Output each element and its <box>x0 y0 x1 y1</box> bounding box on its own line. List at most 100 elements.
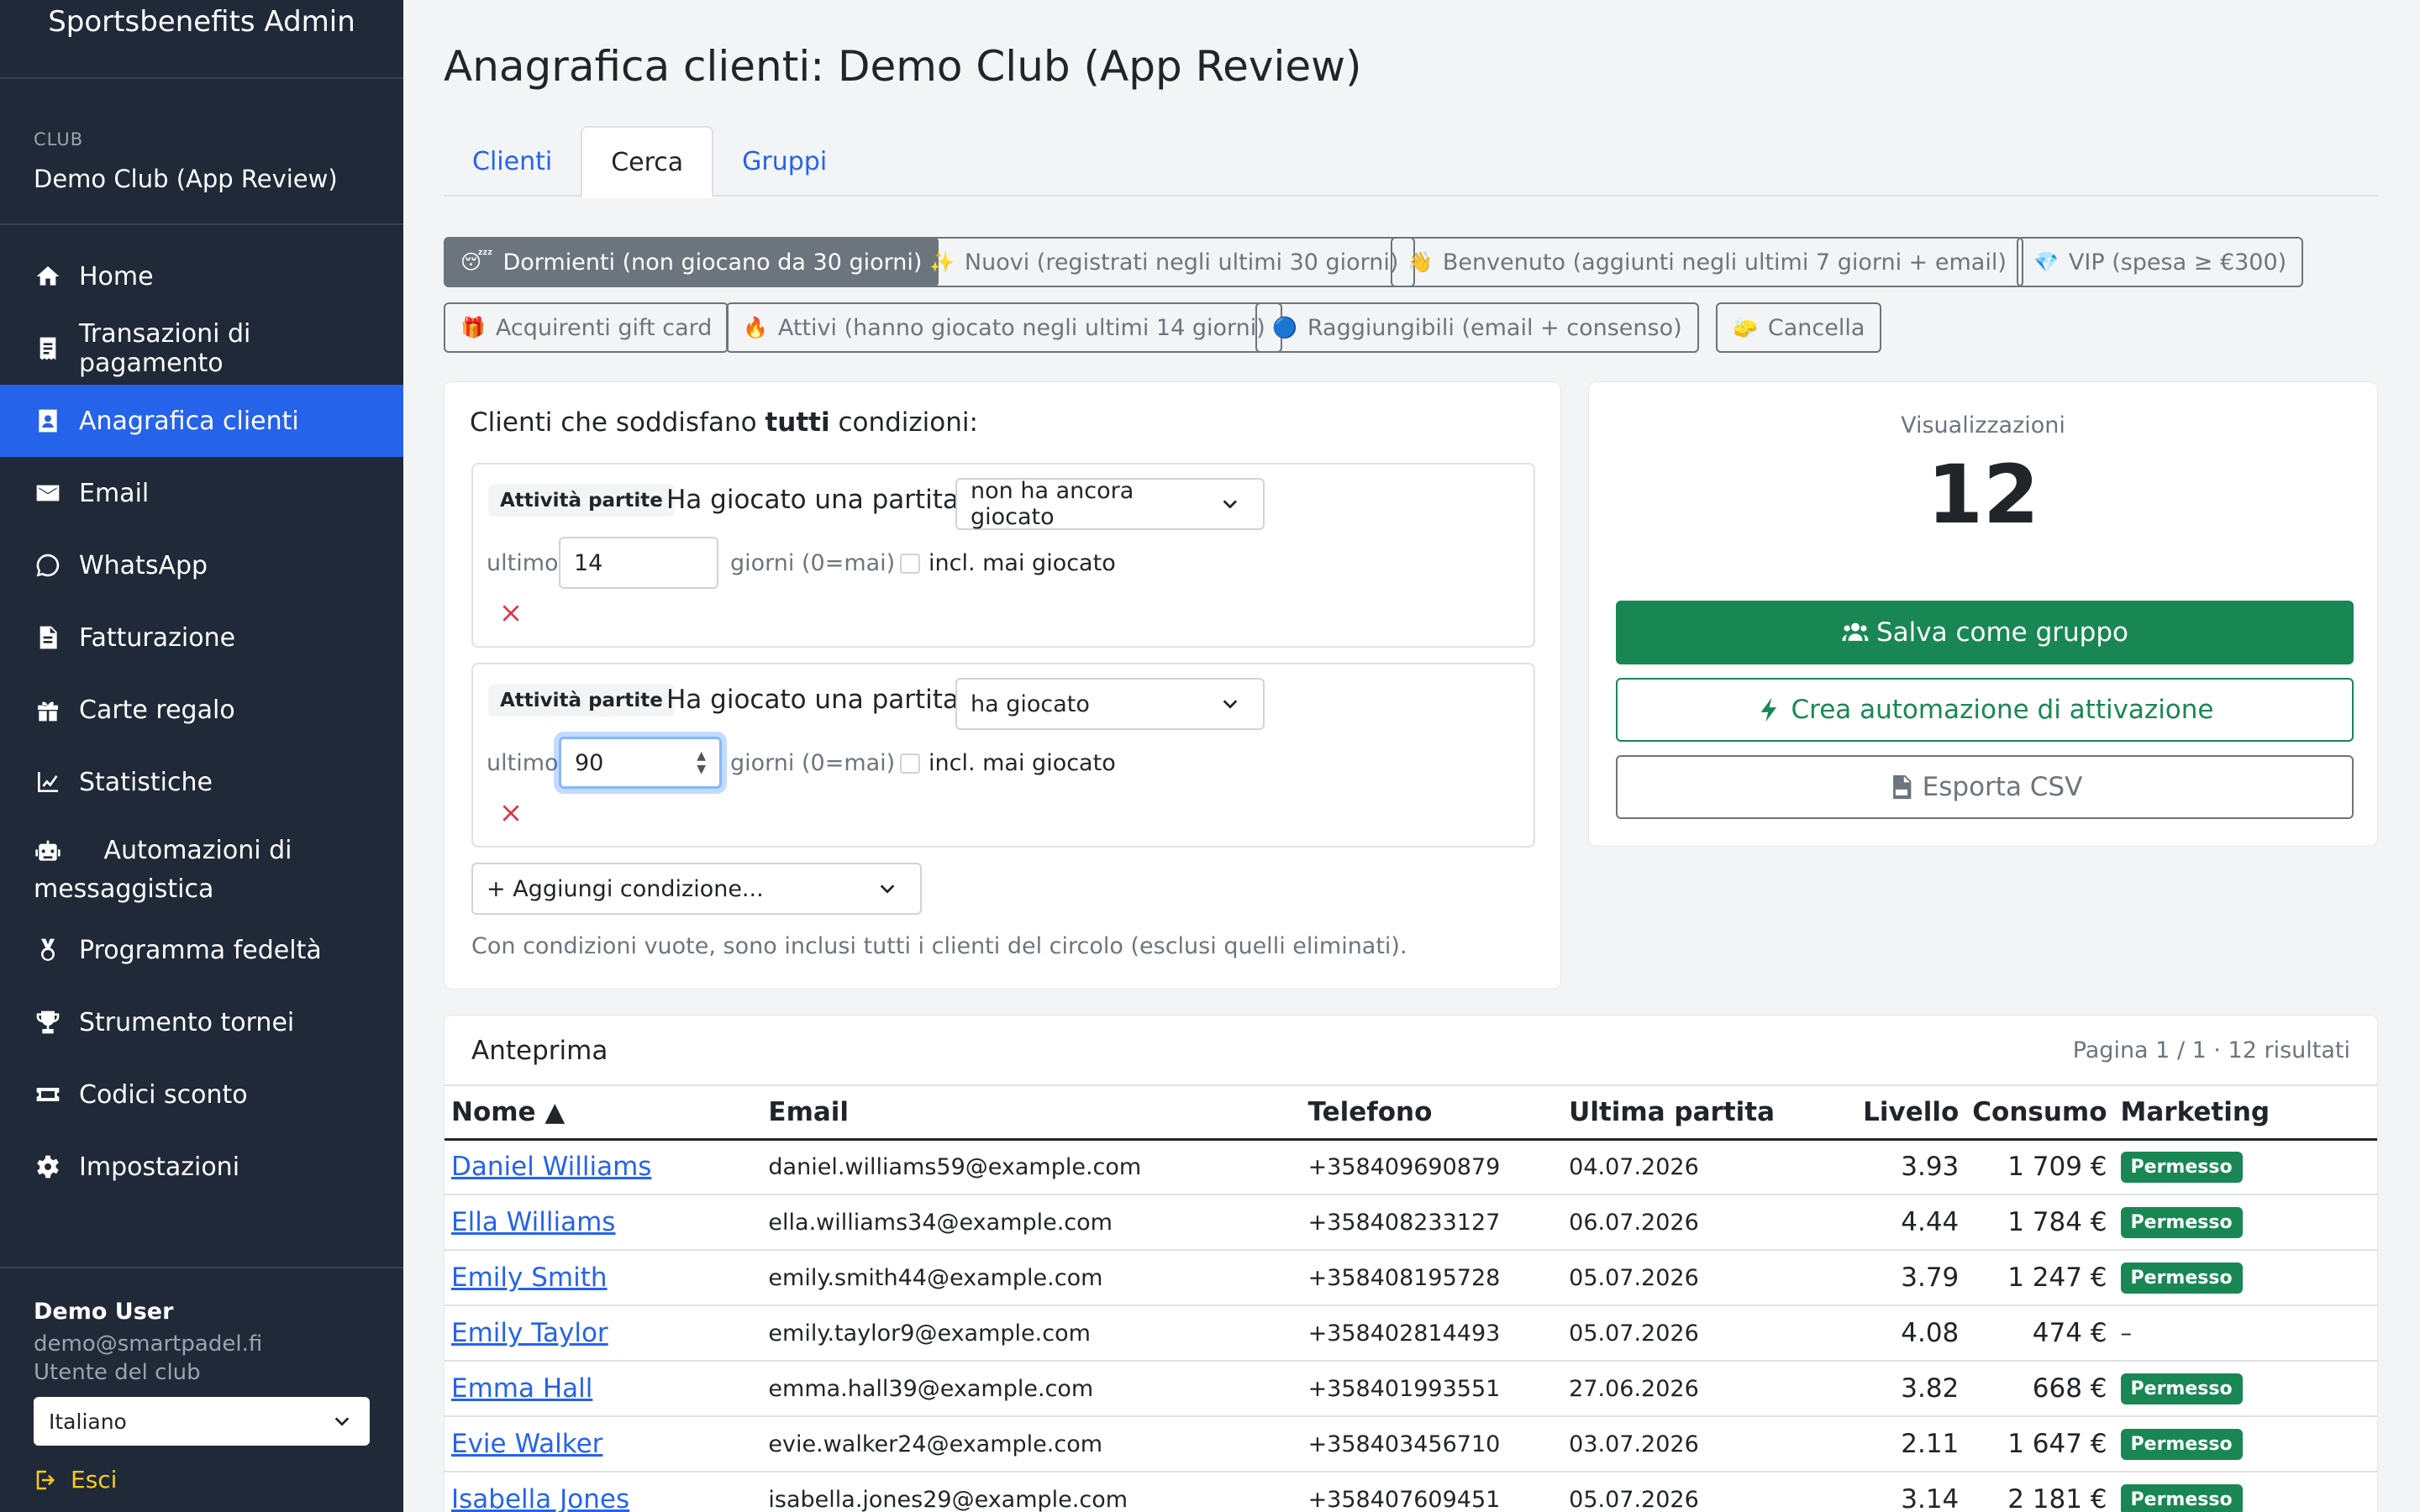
save-as-group-button[interactable]: Salva come gruppo <box>1616 601 2354 664</box>
customer-link[interactable]: Evie Walker <box>451 1429 602 1459</box>
gift-icon <box>34 696 62 724</box>
clear-filters-button[interactable]: 🧽 Cancella <box>1716 302 1882 353</box>
preset-attivi-button[interactable]: 🔥 Attivi (hanno giocato negli ultimi 14 g… <box>726 302 1282 353</box>
conditions-card: Clienti che soddisfano tutti condizioni:… <box>444 381 1561 990</box>
preset-gift-card-button[interactable]: 🎁 Acquirenti gift card <box>444 302 729 353</box>
email-cell: emily.taylor9@example.com <box>761 1305 1302 1362</box>
sleeping-face-icon: 😴 <box>460 250 493 274</box>
conditions-note: Con condizioni vuote, sono inclusi tutti… <box>471 933 1407 959</box>
spend-cell: 1 247 € <box>1965 1250 2114 1306</box>
column-header-phone[interactable]: Telefono <box>1301 1084 1563 1141</box>
condition-type-badge: Attività partite <box>488 685 675 717</box>
tab-bar: Clienti Cerca Gruppi <box>444 126 2378 198</box>
column-header-name[interactable]: Nome ▲ <box>445 1084 762 1141</box>
include-never-checkbox[interactable] <box>900 753 920 774</box>
days-input[interactable]: 14 <box>559 537 718 589</box>
preset-vip-button[interactable]: 💎 VIP (spesa ≥ €300) <box>2017 237 2304 287</box>
phone-cell: +358402814493 <box>1301 1305 1563 1362</box>
remove-condition-icon[interactable] <box>500 602 522 624</box>
export-csv-button[interactable]: Esporta CSV <box>1616 755 2354 819</box>
customer-link[interactable]: Daniel Williams <box>451 1152 651 1182</box>
app-title[interactable]: Sportsbenefits Admin <box>0 0 403 79</box>
tab-cerca[interactable]: Cerca <box>581 126 714 198</box>
preset-label: Attivi (hanno giocato negli ultimi 14 gi… <box>777 314 1265 341</box>
marketing-badge: Permesso <box>2120 1206 2243 1238</box>
select-value: + Aggiungi condizione... <box>487 875 764 902</box>
marketing-badge: Permesso <box>2120 1373 2243 1404</box>
sidebar-item-label: Carte regalo <box>79 695 235 725</box>
table-row: Emily Taylor emily.taylor9@example.com +… <box>445 1305 2377 1362</box>
sidebar-item-whatsapp[interactable]: WhatsApp <box>0 529 403 601</box>
sidebar-item-payments[interactable]: Transazioni di pagamento <box>0 312 403 385</box>
title-bold: tutti <box>765 407 830 438</box>
whatsapp-icon <box>34 551 62 580</box>
last-match-cell: 27.06.2026 <box>1562 1361 1839 1417</box>
level-cell: 3.14 <box>1838 1472 1966 1512</box>
logout-link[interactable]: Esci <box>34 1466 370 1494</box>
condition-operator-select[interactable]: non ha ancora giocato <box>955 478 1265 530</box>
column-header-marketing[interactable]: Marketing <box>2113 1084 2377 1141</box>
customer-link[interactable]: Isabella Jones <box>451 1484 629 1512</box>
sidebar-item-label: Email <box>79 478 150 508</box>
table-row: Emma Hall emma.hall39@example.com +35840… <box>445 1361 2377 1417</box>
sidebar-item-discount-codes[interactable]: Codici sconto <box>0 1058 403 1131</box>
column-header-level[interactable]: Livello <box>1838 1084 1966 1141</box>
sidebar-item-label: Impostazioni <box>79 1152 240 1182</box>
preset-raggiungibili-button[interactable]: 🔵 Raggiungibili (email + consenso) <box>1255 302 1699 353</box>
customer-link[interactable]: Ella Williams <box>451 1207 615 1237</box>
trophy-icon <box>34 1008 62 1037</box>
page-title: Anagrafica clienti: Demo Club (App Revie… <box>444 42 1362 91</box>
preset-benvenuto-button[interactable]: 👋 Benvenuto (aggiunti negli ultimi 7 gior… <box>1391 237 2023 287</box>
sidebar-item-automations[interactable]: Automazioni di messaggistica <box>0 818 403 914</box>
email-cell: isabella.jones29@example.com <box>761 1472 1302 1512</box>
last-match-cell: 04.07.2026 <box>1562 1139 1839 1195</box>
tab-clienti[interactable]: Clienti <box>444 126 581 197</box>
add-condition-select[interactable]: + Aggiungi condizione... <box>471 863 922 915</box>
sidebar-item-label: Codici sconto <box>79 1079 248 1110</box>
conditions-title: Clienti che soddisfano tutti condizioni: <box>470 407 1535 438</box>
sidebar-item-home[interactable]: Home <box>0 240 403 312</box>
sidebar-item-customers[interactable]: Anagrafica clienti <box>0 385 403 457</box>
sidebar-item-billing[interactable]: Fatturazione <box>0 601 403 674</box>
column-header-email[interactable]: Email <box>761 1084 1302 1141</box>
condition-type-badge: Attività partite <box>488 485 675 517</box>
preset-nuovi-button[interactable]: ✨ Nuovi (registrati negli ultimi 30 giorn… <box>913 237 1416 287</box>
last-match-cell: 06.07.2026 <box>1562 1194 1839 1251</box>
condition-row: Attività partite Ha giocato una partita … <box>471 663 1535 848</box>
sidebar-item-loyalty[interactable]: Programma fedeltà <box>0 914 403 986</box>
user-email: demo@smartpadel.fi <box>34 1331 263 1357</box>
create-automation-button[interactable]: Crea automazione di attivazione <box>1616 678 2354 742</box>
condition-label: Ha giocato una partita <box>666 485 959 515</box>
customer-link[interactable]: Emily Taylor <box>451 1318 608 1348</box>
preset-label: Raggiungibili (email + consenso) <box>1307 314 1682 341</box>
gem-icon: 💎 <box>2033 250 2059 274</box>
sidebar-item-settings[interactable]: Impostazioni <box>0 1131 403 1203</box>
column-header-last-match[interactable]: Ultima partita <box>1562 1084 1839 1141</box>
number-spinner-icon[interactable]: ▲ ▼ <box>697 749 706 776</box>
remove-condition-icon[interactable] <box>500 802 522 824</box>
sidebar-item-tournaments[interactable]: Strumento tornei <box>0 986 403 1058</box>
tab-gruppi[interactable]: Gruppi <box>713 126 855 197</box>
sidebar-item-gift-cards[interactable]: Carte regalo <box>0 674 403 746</box>
input-value: 90 <box>575 749 604 776</box>
sidebar-item-label: Home <box>79 261 154 291</box>
days-prefix: ultimo <box>487 550 559 576</box>
preset-label: Dormienti (non giocano da 30 giorni) <box>502 249 923 276</box>
language-select[interactable]: Italiano <box>34 1397 370 1446</box>
email-cell: daniel.williams59@example.com <box>761 1139 1302 1195</box>
sidebar-item-label: WhatsApp <box>79 550 208 580</box>
days-input[interactable]: 90 ▲ ▼ <box>559 737 722 789</box>
sidebar-item-statistics[interactable]: Statistiche <box>0 746 403 818</box>
customer-link[interactable]: Emily Smith <box>451 1263 608 1293</box>
include-never-checkbox[interactable] <box>900 554 920 574</box>
sidebar-item-email[interactable]: Email <box>0 457 403 529</box>
condition-operator-select[interactable]: ha giocato <box>955 678 1265 730</box>
preset-dormienti-button[interactable]: 😴 Dormienti (non giocano da 30 giorni) <box>444 237 939 287</box>
select-value: ha giocato <box>971 690 1090 717</box>
club-info: CLUB Demo Club (App Review) <box>0 79 403 225</box>
table-row: Emily Smith emily.smith44@example.com +3… <box>445 1250 2377 1306</box>
customer-link[interactable]: Emma Hall <box>451 1373 592 1404</box>
column-header-spend[interactable]: Consumo <box>1965 1084 2114 1141</box>
results-card: Visualizzazioni 12 Salva come gruppo Cre… <box>1588 381 2378 847</box>
preset-label: Acquirenti gift card <box>495 314 713 341</box>
